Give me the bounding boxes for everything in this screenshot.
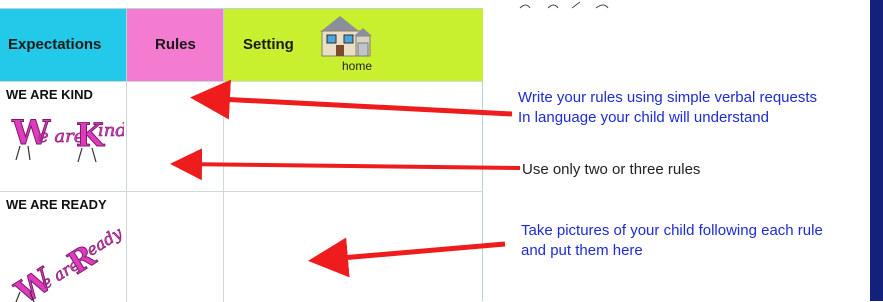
red-arrow-3 (308, 237, 506, 278)
note-write-rules-line1: Write your rules using simple verbal req… (518, 89, 818, 106)
red-arrow-2 (170, 148, 521, 181)
red-arrow-1 (190, 79, 513, 120)
note-take-pictures-line2: and put them here (521, 242, 643, 259)
right-edge-bar (870, 0, 883, 301)
note-take-pictures: Take pictures of your child following ea… (521, 221, 823, 261)
note-take-pictures-line1: Take pictures of your child following ea… (521, 222, 823, 239)
top-scribble (519, 1, 609, 9)
note-write-rules-line2: In language your child will understand (518, 109, 769, 126)
note-write-rules: Write your rules using simple verbal req… (518, 88, 817, 128)
note-two-three-rules: Use only two or three rules (522, 161, 701, 178)
